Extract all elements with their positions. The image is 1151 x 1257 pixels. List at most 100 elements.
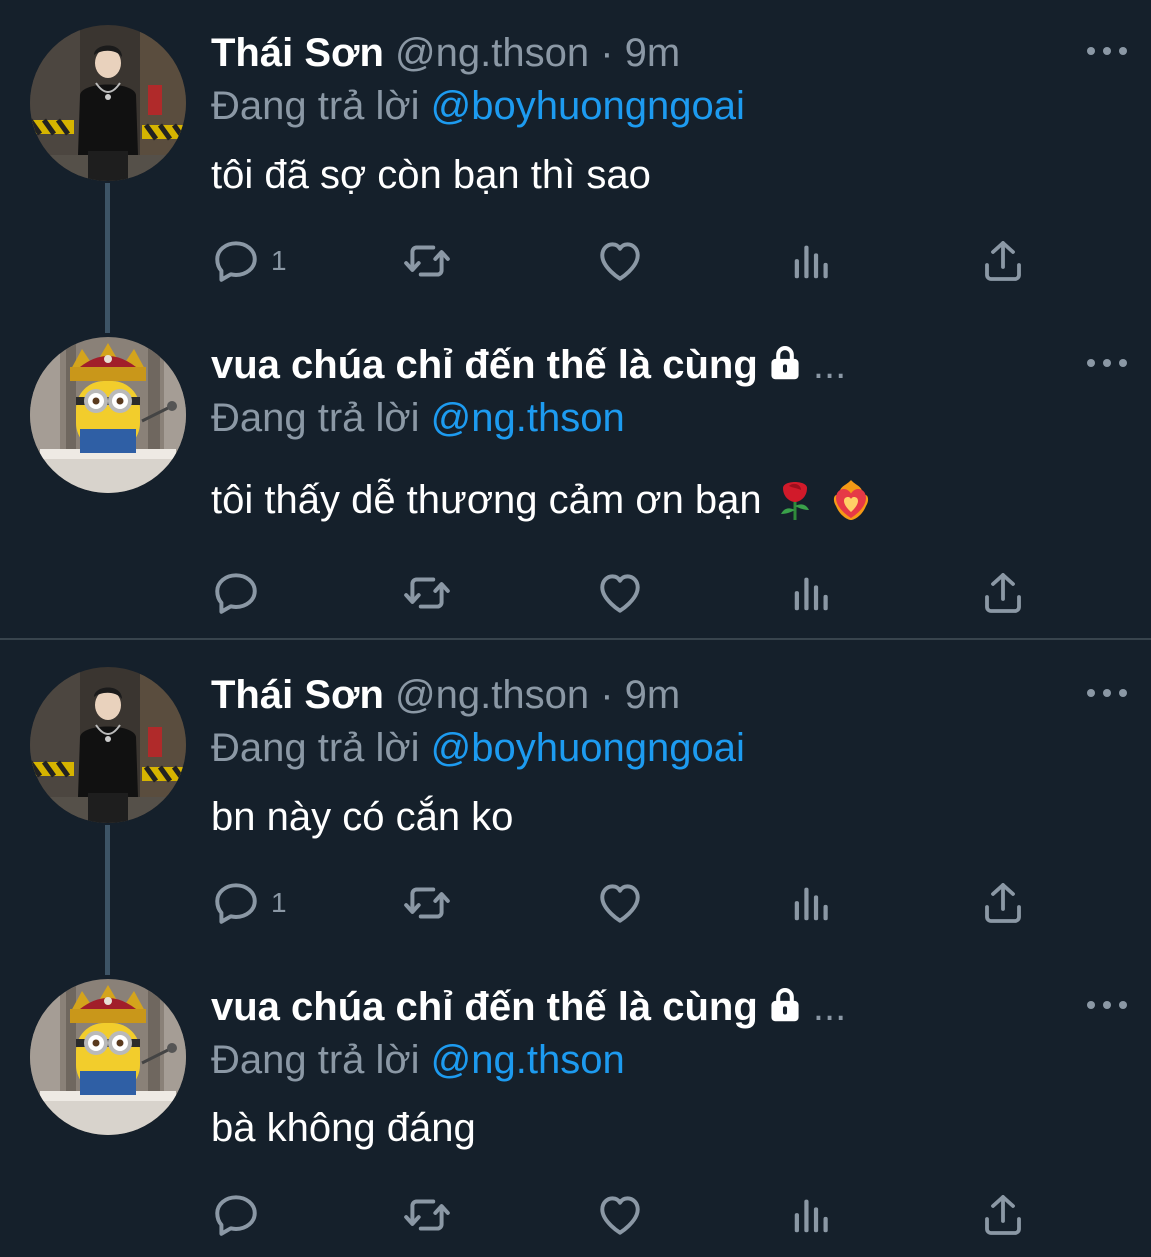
timestamp[interactable]: 9m [625,31,681,75]
reply-count: 1 [271,887,287,918]
replying-to-label: Đang trả lời [211,726,420,770]
views-button[interactable] [789,236,835,286]
person-photo [30,667,186,823]
user-handle[interactable]: @ng.thson [395,31,589,75]
tweet-actions: 1 [211,878,1051,928]
avatar[interactable] [30,337,186,493]
share-button[interactable] [979,568,1027,618]
tweet[interactable]: vua chúa chỉ đến thế là cùng ... Đang tr… [0,310,1151,640]
retweet-button[interactable] [401,568,453,618]
share-icon [979,878,1027,928]
reply-icon [211,878,261,928]
share-icon [979,568,1027,618]
replying-to: Đang trả lời @ng.thson [211,1034,625,1086]
replying-to-label: Đang trả lời [211,84,420,128]
tweet[interactable]: Thái Sơn @ng.thson · 9m Đang trả lời @bo… [0,642,1151,975]
retweet-icon [401,236,453,286]
like-button[interactable] [595,236,645,286]
tweet-text: bn này có cắn ko [211,795,514,839]
retweet-icon [401,568,453,618]
tweet[interactable]: vua chúa chỉ đến thế là cùng ... Đang tr… [0,952,1151,1257]
avatar[interactable] [30,667,186,823]
more-icon[interactable] [1086,358,1128,368]
replying-to-handle[interactable]: @boyhuongngoai [431,84,745,128]
like-button[interactable] [595,1190,645,1240]
replying-to-handle[interactable]: @ng.thson [431,396,625,440]
rose-emoji [780,482,809,521]
divider [0,638,1151,640]
tweet-actions [211,1190,1051,1240]
reply-icon [211,236,261,286]
like-button[interactable] [595,568,645,618]
retweet-button[interactable] [401,236,453,286]
tweet-header: Thái Sơn @ng.thson · 9m [211,27,680,79]
reply-button[interactable]: 1 [211,236,287,286]
views-button[interactable] [789,878,835,928]
minion-king-photo [30,979,186,1135]
display-name[interactable]: vua chúa chỉ đến thế là cùng [211,985,758,1029]
separator: · [600,31,614,75]
views-icon [789,878,835,928]
separator: · [600,673,614,717]
display-name[interactable]: Thái Sơn [211,31,384,75]
tweet[interactable]: Thái Sơn @ng.thson · 9m Đang trả lời @bo… [0,0,1151,333]
share-icon [979,1190,1027,1240]
views-icon [789,568,835,618]
name-overflow: ... [812,985,847,1029]
views-button[interactable] [789,568,835,618]
more-icon[interactable] [1086,46,1128,56]
retweet-button[interactable] [401,1190,453,1240]
retweet-icon [401,1190,453,1240]
tweet-text: bà không đáng [211,1106,476,1150]
person-photo [30,25,186,181]
tweet-header: vua chúa chỉ đến thế là cùng ... [211,339,846,391]
replying-to-label: Đang trả lời [211,396,420,440]
timestamp[interactable]: 9m [625,673,681,717]
reply-button[interactable] [211,1190,261,1240]
share-icon [979,236,1027,286]
views-icon [789,1190,835,1240]
reply-icon [211,1190,261,1240]
replying-to-handle[interactable]: @boyhuongngoai [431,726,745,770]
retweet-icon [401,878,453,928]
like-icon [595,878,645,928]
replying-to-handle[interactable]: @ng.thson [431,1038,625,1082]
share-button[interactable] [979,236,1027,286]
user-handle[interactable]: @ng.thson [395,673,589,717]
minion-king-photo [30,337,186,493]
like-button[interactable] [595,878,645,928]
share-button[interactable] [979,878,1027,928]
replying-to: Đang trả lời @boyhuongngoai [211,722,745,774]
display-name[interactable]: Thái Sơn [211,673,384,717]
reply-count: 1 [271,245,287,276]
tweet-actions [211,568,1051,618]
share-button[interactable] [979,1190,1027,1240]
tweet-text: tôi thấy dễ thương cảm ơn bạn [211,474,874,526]
more-icon[interactable] [1086,1000,1128,1010]
more-icon[interactable] [1086,688,1128,698]
replying-to: Đang trả lời @ng.thson [211,392,625,444]
tweet-header: Thái Sơn @ng.thson · 9m [211,669,680,721]
reply-button[interactable]: 1 [211,878,287,928]
tweet-text: tôi đã sợ còn bạn thì sao [211,153,651,197]
tweet-text-content: tôi thấy dễ thương cảm ơn bạn [211,478,762,522]
retweet-button[interactable] [401,878,453,928]
tweet-actions: 1 [211,236,1051,286]
lock-icon [768,344,802,382]
heart-on-fire-emoji [833,480,869,521]
lock-icon [768,986,802,1024]
like-icon [595,236,645,286]
name-overflow: ... [812,343,847,387]
replying-to: Đang trả lời @boyhuongngoai [211,80,745,132]
display-name[interactable]: vua chúa chỉ đến thế là cùng [211,343,758,387]
like-icon [595,1190,645,1240]
like-icon [595,568,645,618]
tweet-header: vua chúa chỉ đến thế là cùng ... [211,981,846,1033]
reply-button[interactable] [211,568,261,618]
views-icon [789,236,835,286]
replying-to-label: Đang trả lời [211,1038,420,1082]
reply-icon [211,568,261,618]
avatar[interactable] [30,979,186,1135]
views-button[interactable] [789,1190,835,1240]
avatar[interactable] [30,25,186,181]
